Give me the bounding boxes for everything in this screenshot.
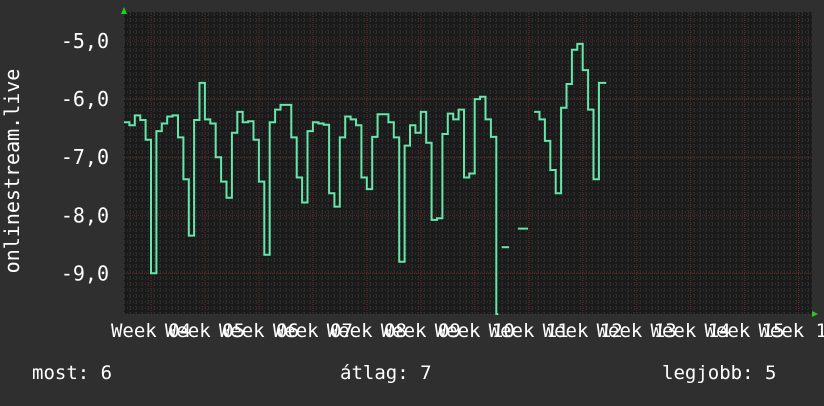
x-tick-label: Week 16: [758, 320, 824, 342]
legend-current: most: 6: [32, 362, 112, 384]
y-axis-arrow: [121, 7, 127, 14]
x-axis-arrow: [812, 311, 818, 317]
y-tick-label: -9,0: [61, 261, 109, 285]
plot-area: [124, 12, 812, 314]
legend-best-label: legjobb:: [662, 362, 754, 384]
legend-average-label: átlag:: [340, 362, 409, 384]
legend-current-value: 6: [100, 362, 113, 384]
y-tick-label: -6,0: [61, 87, 109, 111]
legend-average: átlag: 7: [340, 362, 432, 384]
y-tick-label: -8,0: [61, 203, 109, 227]
legend-average-value: 7: [420, 362, 432, 384]
y-axis-title: onlinestream.live: [0, 69, 24, 274]
y-tick-label: -5,0: [61, 29, 109, 53]
chart-svg: -9,0-8,0-7,0-6,0-5,0Week 04Week 05Week 0…: [0, 7, 824, 342]
legend-best: legjobb: 5: [662, 362, 776, 384]
chart-canvas: -9,0 -8,0 -7,0 -6,0 -5,0 Week 04 Week 05 Week 0…: [0, 0, 824, 402]
legend-current-label: most:: [32, 362, 90, 384]
y-tick-label: -7,0: [61, 145, 109, 169]
legend-best-value: 5: [764, 362, 777, 384]
